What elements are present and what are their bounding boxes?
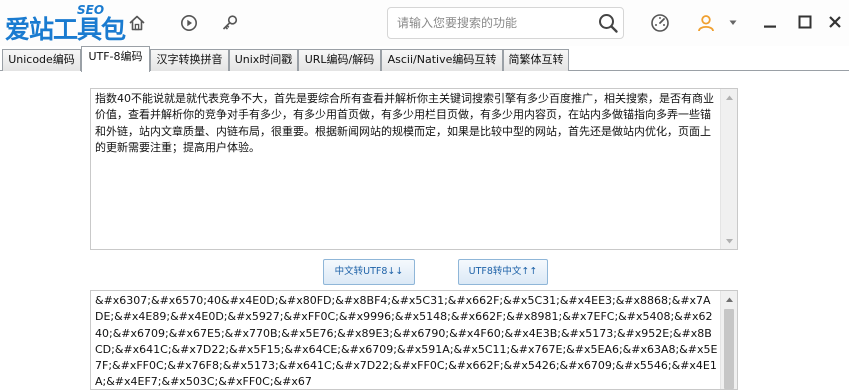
logo-seo-text: SEO — [77, 3, 105, 17]
key-icon[interactable] — [218, 11, 242, 35]
maximize-icon[interactable] — [795, 12, 815, 32]
logo-text: 爱站工具包 — [5, 15, 126, 44]
tab-label: Ascii/Native编码互转 — [387, 53, 497, 66]
scroll-up-icon[interactable] — [721, 89, 737, 105]
tab-pinyin[interactable]: 汉字转换拼音 — [150, 49, 229, 71]
title-bar: 爱站工具包 SEO — [0, 0, 849, 46]
play-icon[interactable] — [177, 11, 201, 35]
input-text: 指数40不能说就是就代表竞争不大，首先是要综合所有查看并解析你主关键词搜索引擎有… — [95, 92, 714, 154]
search-box[interactable] — [387, 7, 624, 39]
app-logo: 爱站工具包 SEO — [5, 3, 126, 44]
scroll-down-icon[interactable] — [721, 233, 737, 249]
scroll-thumb[interactable] — [724, 309, 734, 389]
tab-unix-timestamp[interactable]: Unix时间戳 — [229, 49, 298, 71]
utf8-panel: 指数40不能说就是就代表竞争不大，首先是要综合所有查看并解析你主关键词搜索引擎有… — [0, 71, 849, 390]
search-icon[interactable] — [597, 12, 619, 34]
tab-label: 汉字转换拼音 — [156, 53, 223, 66]
tab-unicode[interactable]: Unicode编码 — [2, 49, 81, 71]
tab-ascii-native[interactable]: Ascii/Native编码互转 — [381, 49, 503, 71]
to-utf8-button[interactable]: 中文转UTF8↓↓ — [323, 259, 415, 285]
home-icon[interactable] — [125, 11, 149, 35]
output-textarea[interactable]: &#x6307;&#x6570;40&#x4E0D;&#x80FD;&#x8BF… — [90, 290, 738, 390]
dashboard-icon[interactable] — [648, 11, 672, 35]
tab-url-encode[interactable]: URL编码/解码 — [298, 49, 381, 71]
tab-utf8[interactable]: UTF-8编码 — [81, 46, 150, 72]
to-chinese-button[interactable]: UTF8转中文↑↑ — [458, 259, 548, 285]
output-text: &#x6307;&#x6570;40&#x4E0D;&#x80FD;&#x8BF… — [95, 294, 718, 389]
tab-label: UTF-8编码 — [88, 50, 143, 63]
user-icon[interactable] — [694, 11, 718, 35]
tab-label: Unix时间戳 — [234, 53, 293, 66]
tab-label: 简繁体互转 — [508, 53, 564, 66]
output-scrollbar[interactable] — [720, 291, 737, 389]
scroll-up-icon[interactable] — [721, 291, 737, 307]
chevron-down-icon[interactable] — [726, 11, 740, 35]
input-scrollbar[interactable] — [720, 89, 737, 249]
search-input[interactable] — [397, 14, 592, 32]
tab-traditional-simplified[interactable]: 简繁体互转 — [503, 49, 569, 71]
tab-strip: Unicode编码 UTF-8编码 汉字转换拼音 Unix时间戳 URL编码/解… — [0, 46, 849, 72]
input-textarea[interactable]: 指数40不能说就是就代表竞争不大，首先是要综合所有查看并解析你主关键词搜索引擎有… — [90, 88, 738, 250]
close-icon[interactable] — [825, 12, 845, 32]
minimize-icon[interactable] — [760, 12, 780, 32]
tab-label: Unicode编码 — [8, 53, 75, 66]
tab-label: URL编码/解码 — [304, 53, 375, 66]
